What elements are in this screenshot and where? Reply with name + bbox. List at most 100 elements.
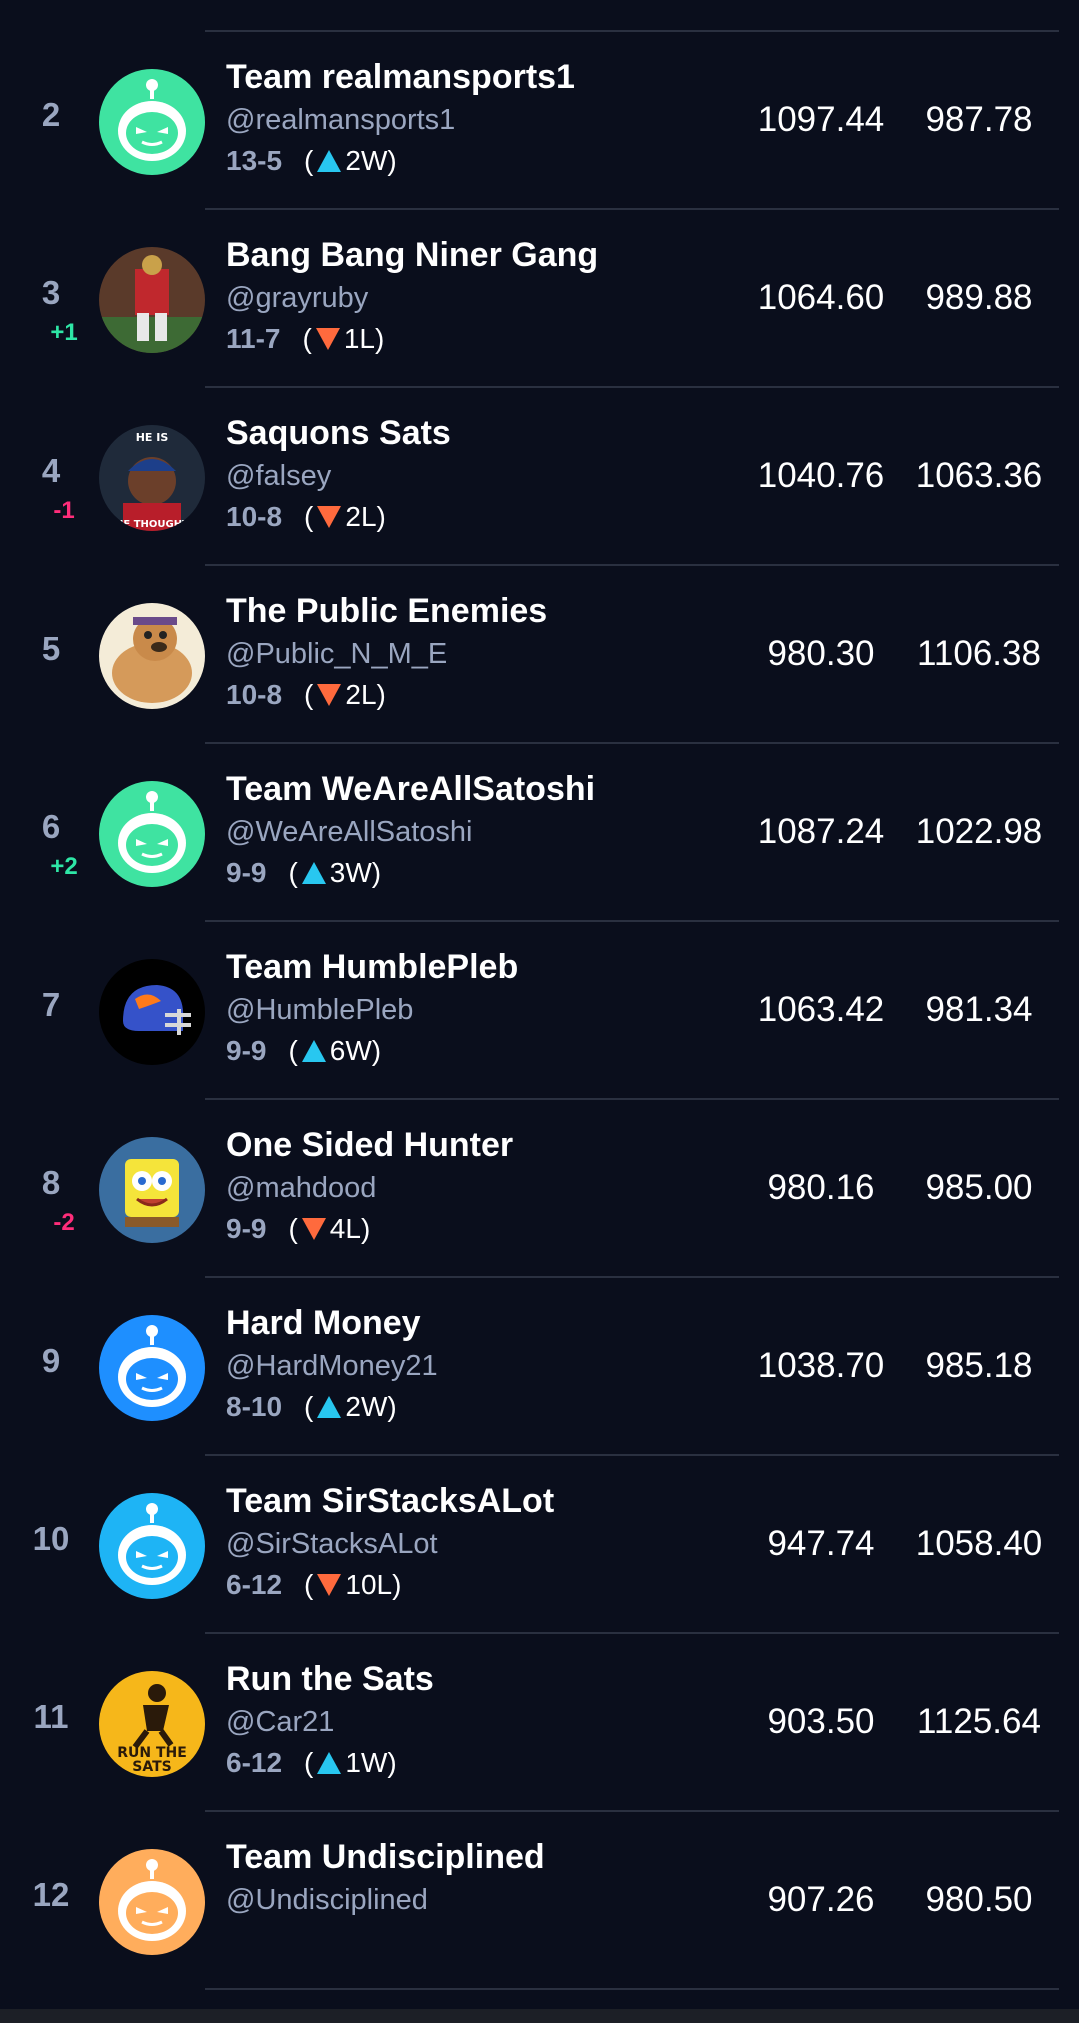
points-against: 1063.36 xyxy=(915,456,1043,495)
owner-handle[interactable]: @Public_N_M_E xyxy=(226,638,447,671)
streak-value: 2W xyxy=(345,145,388,176)
standings-row[interactable]: 10 Team SirStacksALot @SirStacksALot 6-12 (1… xyxy=(0,1456,1079,1634)
rank-change: -2 xyxy=(53,1209,75,1236)
team-avatar[interactable] xyxy=(99,1849,205,1955)
points-against: 981.34 xyxy=(925,990,1033,1029)
team-name[interactable]: Team Undisciplined xyxy=(226,1838,545,1877)
team-name[interactable]: One Sided Hunter xyxy=(226,1126,513,1165)
streak: (4L) xyxy=(288,1213,371,1244)
streak-value: 1W xyxy=(345,1747,388,1778)
team-avatar[interactable] xyxy=(99,959,205,1065)
owner-handle[interactable]: @grayruby xyxy=(226,282,368,315)
points-against: 1058.40 xyxy=(915,1524,1043,1563)
record-line: 8-10 (2W) xyxy=(226,1391,397,1423)
streak: (10L) xyxy=(304,1569,402,1600)
owner-handle[interactable]: @SirStacksALot xyxy=(226,1528,438,1561)
standings-row[interactable]: 2 Team realmansports1 @realmansports1 13-5 (… xyxy=(0,32,1079,210)
streak: (2L) xyxy=(304,679,386,710)
team-avatar[interactable] xyxy=(99,247,205,353)
team-name[interactable]: Team SirStacksALot xyxy=(226,1482,554,1521)
streak: (6W) xyxy=(288,1035,382,1066)
standings-row[interactable]: 5 The Public Enemies @Public_N_M_E 10-8 (2L)… xyxy=(0,566,1079,744)
rank-number: 11 xyxy=(33,1698,69,1735)
points-for: 1087.24 xyxy=(757,812,885,851)
standings-row[interactable]: 12 Team Undisciplined @Undisciplined 907.26… xyxy=(0,1812,1079,1990)
team-avatar[interactable] xyxy=(99,1493,205,1599)
team-name[interactable]: Team realmansports1 xyxy=(226,58,575,97)
standings-row[interactable]: 3 +1 Bang Bang Niner Gang @grayruby 11-7 (1L)… xyxy=(0,210,1079,388)
triangle-down-icon xyxy=(317,1573,342,1596)
streak-value: 1L xyxy=(343,323,375,354)
owner-handle[interactable]: @falsey xyxy=(226,460,331,493)
points-for: 1097.44 xyxy=(757,100,885,139)
streak: (1L) xyxy=(302,323,385,354)
win-loss-record: 9-9 xyxy=(226,1035,267,1066)
rank-number: 9 xyxy=(41,1342,61,1379)
rank-change: +1 xyxy=(50,319,78,346)
record-line: 9-9 (6W) xyxy=(226,1035,381,1067)
win-loss-record: 6-12 xyxy=(226,1569,283,1600)
points-for: 907.26 xyxy=(767,1880,875,1919)
points-for: 947.74 xyxy=(767,1524,875,1563)
win-loss-record: 10-8 xyxy=(226,501,283,532)
owner-handle[interactable]: @HardMoney21 xyxy=(226,1350,438,1383)
standings-row[interactable]: 7 Team HumblePleb @HumblePleb 9-9 (6W) 1063.4… xyxy=(0,922,1079,1100)
streak-value: 4L xyxy=(329,1213,361,1244)
team-avatar[interactable]: RUN THE SATS xyxy=(99,1671,205,1777)
team-name[interactable]: The Public Enemies xyxy=(226,592,547,631)
win-loss-record: 13-5 xyxy=(226,145,283,176)
standings-row[interactable]: 6 +2 Team WeAreAllSatoshi @WeAreAllSatoshi 9… xyxy=(0,744,1079,922)
standings-row[interactable]: 1@realBitcoinDog13-5(4W)1129.16955.84 xyxy=(0,0,1079,32)
team-avatar[interactable] xyxy=(99,603,205,709)
team-avatar[interactable]: HE IS HE THOUGHT xyxy=(99,425,205,531)
record-line: 9-9 (4L) xyxy=(226,1213,370,1245)
owner-handle[interactable]: @HumblePleb xyxy=(226,994,413,1027)
rank-number: 5 xyxy=(41,630,61,667)
points-against: 985.18 xyxy=(925,1346,1033,1385)
owner-handle[interactable]: @WeAreAllSatoshi xyxy=(226,816,473,849)
points-for: 1063.42 xyxy=(757,990,885,1029)
owner-handle[interactable]: @Car21 xyxy=(226,1706,334,1739)
streak: (2W) xyxy=(304,1391,397,1422)
triangle-down-icon xyxy=(317,505,342,528)
team-name[interactable]: Team WeAreAllSatoshi xyxy=(226,770,595,809)
team-name[interactable]: Run the Sats xyxy=(226,1660,434,1699)
owner-handle[interactable]: @mahdood xyxy=(226,1172,376,1205)
rank-number: 3 xyxy=(41,274,61,311)
team-avatar[interactable] xyxy=(99,1137,205,1243)
standings-row[interactable]: 11 RUN THE SATS Run the Sats @Car21 6-12 (1W) 9… xyxy=(0,1634,1079,1812)
team-avatar[interactable] xyxy=(99,69,205,175)
owner-handle[interactable]: @realmansports1 xyxy=(226,104,455,137)
triangle-up-icon xyxy=(317,149,342,172)
streak-value: 10L xyxy=(345,1569,393,1600)
standings-row[interactable]: 8 -2 One Sided Hunter @mahdood 9-9 (4L) 980.16… xyxy=(0,1100,1079,1278)
win-loss-record: 9-9 xyxy=(226,1213,267,1244)
standings-row[interactable]: 4 -1 HE IS HE THOUGHT Saquons Sats @falsey 10-… xyxy=(0,388,1079,566)
points-for: 1040.76 xyxy=(757,456,885,495)
points-for: 1038.70 xyxy=(757,1346,885,1385)
team-avatar[interactable] xyxy=(99,781,205,887)
rank-number: 8 xyxy=(41,1164,61,1201)
team-name[interactable]: Saquons Sats xyxy=(226,414,451,453)
rank-number: 7 xyxy=(41,986,61,1023)
team-name[interactable]: Hard Money xyxy=(226,1304,421,1343)
record-line: 11-7 (1L) xyxy=(226,323,384,355)
points-against: 980.50 xyxy=(925,1880,1033,1919)
points-for: 980.30 xyxy=(767,634,875,673)
record-line: 13-5 (2W) xyxy=(226,145,397,177)
team-name[interactable]: Bang Bang Niner Gang xyxy=(226,236,598,275)
record-line: 9-9 (3W) xyxy=(226,857,381,889)
team-name[interactable]: Team HumblePleb xyxy=(226,948,518,987)
streak: (2W) xyxy=(304,145,397,176)
rank-number: 6 xyxy=(41,808,61,845)
win-loss-record: 8-10 xyxy=(226,1391,283,1422)
triangle-up-icon xyxy=(317,1751,342,1774)
points-against: 1022.98 xyxy=(915,812,1043,851)
team-avatar[interactable] xyxy=(99,1315,205,1421)
record-line: 10-8 (2L) xyxy=(226,679,386,711)
standings-row[interactable]: 9 Hard Money @HardMoney21 8-10 (2W) 1038.70 98… xyxy=(0,1278,1079,1456)
points-for: 1064.60 xyxy=(757,278,885,317)
win-loss-record: 10-8 xyxy=(226,679,283,710)
owner-handle[interactable]: @Undisciplined xyxy=(226,1884,428,1917)
rank-change: -1 xyxy=(53,497,75,524)
